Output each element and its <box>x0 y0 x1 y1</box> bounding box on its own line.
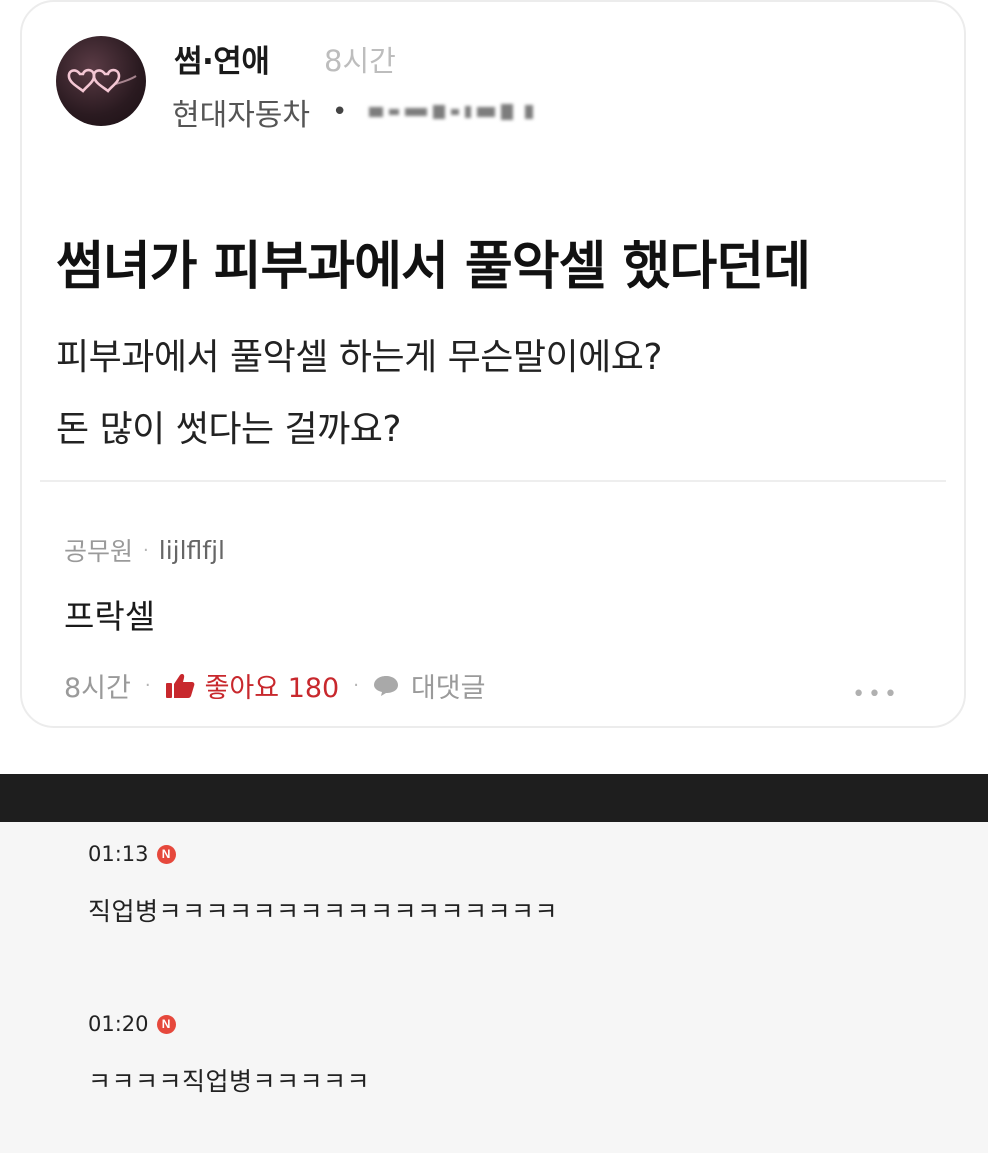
more-dots-icon[interactable]: ••• <box>852 682 900 707</box>
comment-company[interactable]: 공무원 <box>64 532 133 568</box>
comment-body: 직업병ㅋㅋㅋㅋㅋㅋㅋㅋㅋㅋㅋㅋㅋㅋㅋㅋㅋ <box>88 897 559 926</box>
avatar-hearts-icon <box>67 68 137 93</box>
comment-actions-separator: · <box>353 675 359 696</box>
author-line: 현대자동차 • <box>172 90 534 134</box>
comment-actions-separator: · <box>144 675 151 696</box>
reply-label: 대댓글 <box>410 673 486 704</box>
comment-meta-separator: · <box>143 539 149 561</box>
comment-time-text: 01:20 <box>88 1012 149 1036</box>
comments-list: 01:13 N 직업병ㅋㅋㅋㅋㅋㅋㅋㅋㅋㅋㅋㅋㅋㅋㅋㅋㅋ 01:20 N ㅋㅋㅋ… <box>0 822 988 1153</box>
post-body: 피부과에서 풀악셀 하는게 무슨말이에요? 돈 많이 썻다는 걸까요? <box>56 322 662 466</box>
post-time: 8시간 <box>324 44 396 78</box>
comment-body: ㅋㅋㅋㅋ직업병ㅋㅋㅋㅋㅋ <box>88 1067 371 1096</box>
comment-timestamp: 01:13 N <box>88 842 176 866</box>
comment-time-text: 01:13 <box>88 842 149 866</box>
comment-nickname[interactable]: lijlflfjl <box>159 536 225 565</box>
board-avatar[interactable] <box>56 36 146 126</box>
post-body-line: 돈 많이 썻다는 걸까요? <box>56 409 402 450</box>
post-card: 썸·연애 8시간 현대자동차 • 썸녀가 피부과에서 풀악셀 했다던데 피부과에… <box>20 0 966 728</box>
post-title: 썸녀가 피부과에서 풀악셀 했다던데 <box>56 237 811 297</box>
like-label: 좋아요 180 <box>204 673 340 704</box>
dark-band <box>0 774 988 822</box>
board-name[interactable]: 썸·연애 <box>174 36 270 81</box>
comment-meta: 공무원 · lijlflfjl <box>64 532 225 568</box>
speech-bubble-icon <box>373 675 398 696</box>
post-body-line: 피부과에서 풀악셀 하는게 무슨말이에요? <box>56 337 662 378</box>
comment-actions: 8시간 · 좋아요 180 · 대댓글 <box>64 666 486 705</box>
new-badge-icon: N <box>156 844 176 864</box>
comment-timestamp: 01:20 N <box>88 1012 176 1036</box>
author-company[interactable]: 현대자동차 <box>172 90 310 134</box>
like-button[interactable]: 좋아요 180 <box>165 666 340 705</box>
new-badge-icon: N <box>156 1014 176 1034</box>
reply-button[interactable]: 대댓글 <box>373 666 486 705</box>
blurred-nickname <box>369 97 534 127</box>
divider <box>40 480 946 482</box>
screenshot-root: 썸·연애 8시간 현대자동차 • 썸녀가 피부과에서 풀악셀 했다던데 피부과에… <box>0 0 988 1153</box>
author-separator: • <box>332 97 348 127</box>
comment-text: 프락셀 <box>64 597 156 636</box>
thumbs-up-icon <box>165 673 194 698</box>
comment-time: 8시간 <box>64 673 131 704</box>
